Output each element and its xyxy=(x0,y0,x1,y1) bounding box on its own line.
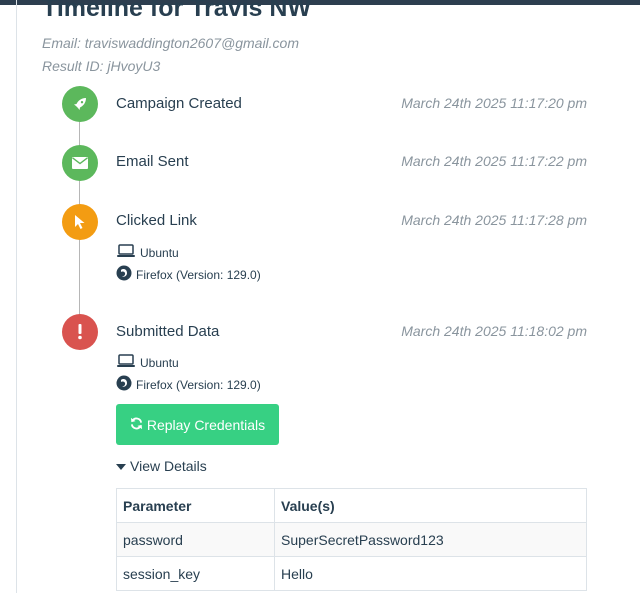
os-text: Ubuntu xyxy=(140,355,179,370)
replay-credentials-label: Replay Credentials xyxy=(146,416,266,433)
browser-detail: Firefox (Version: 129.0) xyxy=(116,375,261,394)
table-row: session_key Hello xyxy=(116,556,587,591)
page-title: Timeline for Travis NW xyxy=(42,0,312,22)
event-label-email-sent: Email Sent xyxy=(116,153,189,170)
event-time: March 24th 2025 11:17:28 pm xyxy=(401,212,587,228)
cursor-icon xyxy=(62,204,98,240)
event-time: March 24th 2025 11:18:02 pm xyxy=(401,323,587,339)
firefox-icon xyxy=(116,375,132,394)
rocket-icon xyxy=(62,86,98,122)
browser-detail: Firefox (Version: 129.0) xyxy=(116,265,261,284)
view-details-toggle[interactable]: View Details xyxy=(116,458,207,474)
table-row: password SuperSecretPassword123 xyxy=(116,522,587,557)
result-id-text: Result ID: jHvoyU3 xyxy=(42,58,161,74)
column-header-parameter: Parameter xyxy=(116,488,275,523)
event-time: March 24th 2025 11:17:20 pm xyxy=(401,95,587,111)
caret-down-icon xyxy=(116,458,126,474)
laptop-icon xyxy=(116,354,136,371)
value-cell: Hello xyxy=(274,556,587,591)
details-table: Parameter Value(s) password SuperSecretP… xyxy=(116,488,587,591)
event-time: March 24th 2025 11:17:22 pm xyxy=(401,153,587,169)
parameter-cell: session_key xyxy=(116,556,275,591)
exclamation-icon xyxy=(62,314,98,350)
event-label-submitted-data: Submitted Data xyxy=(116,323,220,340)
os-detail: Ubuntu xyxy=(116,244,179,261)
os-text: Ubuntu xyxy=(140,245,179,260)
column-header-values: Value(s) xyxy=(274,488,587,523)
refresh-icon xyxy=(130,417,143,433)
replay-credentials-button[interactable]: Replay Credentials xyxy=(116,404,279,445)
laptop-icon xyxy=(116,244,136,261)
event-label-campaign-created: Campaign Created xyxy=(116,95,242,112)
value-cell: SuperSecretPassword123 xyxy=(274,522,587,557)
envelope-icon xyxy=(62,145,98,181)
parameter-cell: password xyxy=(116,522,275,557)
firefox-icon xyxy=(116,265,132,284)
table-header-row: Parameter Value(s) xyxy=(116,488,587,523)
browser-text: Firefox (Version: 129.0) xyxy=(136,377,261,392)
view-details-label: View Details xyxy=(130,458,207,474)
os-detail: Ubuntu xyxy=(116,354,179,371)
email-text: Email: traviswaddington2607@gmail.com xyxy=(42,35,299,51)
browser-text: Firefox (Version: 129.0) xyxy=(136,267,261,282)
event-label-clicked-link: Clicked Link xyxy=(116,212,197,229)
